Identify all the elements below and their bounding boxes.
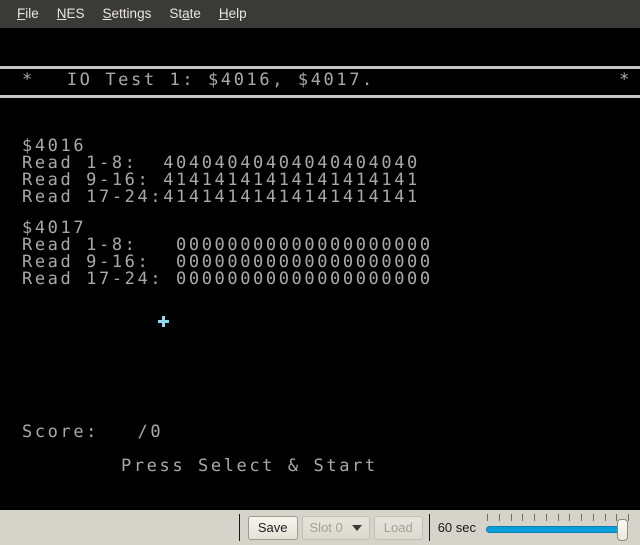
page-title: IO Test 1: $4016, $4017.	[35, 72, 619, 89]
emulator-window: File NES Settings State Help * IO Test 1…	[0, 0, 640, 545]
save-button[interactable]: Save	[248, 516, 298, 540]
port-4016-block: $4016 Read 1-8: 40404040404040404040 Rea…	[22, 138, 420, 206]
menu-item-nes[interactable]: NES	[48, 3, 94, 25]
port-4016-row-3-value: 41414141414141414141	[163, 187, 420, 207]
menu-item-nes-mnemonic: N	[57, 6, 67, 21]
menu-item-help-mnemonic: H	[219, 6, 229, 21]
menu-item-state[interactable]: State	[160, 3, 210, 25]
title-right-star: *	[619, 72, 632, 89]
slider-ticks	[487, 514, 629, 521]
port-4017-row-3-label: Read 17-24:	[22, 269, 176, 289]
menu-item-help-post: elp	[229, 6, 247, 21]
plus-crosshair-icon	[158, 316, 169, 327]
title-rule-bottom	[0, 95, 640, 98]
menu-item-state-mnemonic: a	[182, 6, 190, 21]
timer-label: 60 sec	[438, 520, 476, 536]
menu-item-settings-mnemonic: S	[103, 6, 112, 21]
menu-item-file[interactable]: File	[8, 3, 48, 25]
chevron-down-icon	[352, 525, 362, 531]
menu-item-settings[interactable]: Settings	[94, 3, 161, 25]
autosave-interval-slider[interactable]	[484, 513, 632, 543]
port-4017-block: $4017 Read 1-8: 00000000000000000000 Rea…	[22, 220, 433, 288]
toolbar-separator-left	[239, 514, 240, 541]
menu-bar: File NES Settings State Help	[0, 0, 640, 28]
menu-item-settings-post: ettings	[112, 6, 152, 21]
load-button[interactable]: Load	[374, 516, 423, 540]
port-4017-row-3: Read 17-24: 00000000000000000000	[22, 271, 433, 288]
menu-item-state-pre: St	[169, 6, 182, 21]
prompt-line: Press Select & Start	[121, 458, 378, 475]
menu-item-help[interactable]: Help	[210, 3, 256, 25]
toolbar-separator-right	[429, 514, 430, 541]
menu-item-nes-post: ES	[67, 6, 85, 21]
game-canvas[interactable]: * IO Test 1: $4016, $4017. * $4016 Read …	[0, 28, 640, 510]
port-4017-row-3-value: 00000000000000000000	[176, 269, 433, 289]
rom-title-bar: * IO Test 1: $4016, $4017. *	[22, 72, 632, 89]
slider-handle[interactable]	[617, 519, 628, 541]
slot-select[interactable]: Slot 0	[302, 516, 370, 540]
menu-item-file-mnemonic: F	[17, 6, 25, 21]
save-state-toolbar: Save Slot 0 Load 60 sec	[0, 510, 640, 545]
port-4016-row-3-label: Read 17-24:	[22, 187, 163, 207]
slot-select-label: Slot 0	[310, 520, 343, 536]
score-line: Score: /0	[22, 424, 163, 441]
slider-fill	[486, 526, 628, 533]
port-4016-row-3: Read 17-24:41414141414141414141	[22, 189, 420, 206]
menu-item-state-post: te	[190, 6, 201, 21]
menu-item-file-post: ile	[25, 6, 39, 21]
title-left-star: *	[22, 72, 35, 89]
title-rule-top	[0, 66, 640, 69]
